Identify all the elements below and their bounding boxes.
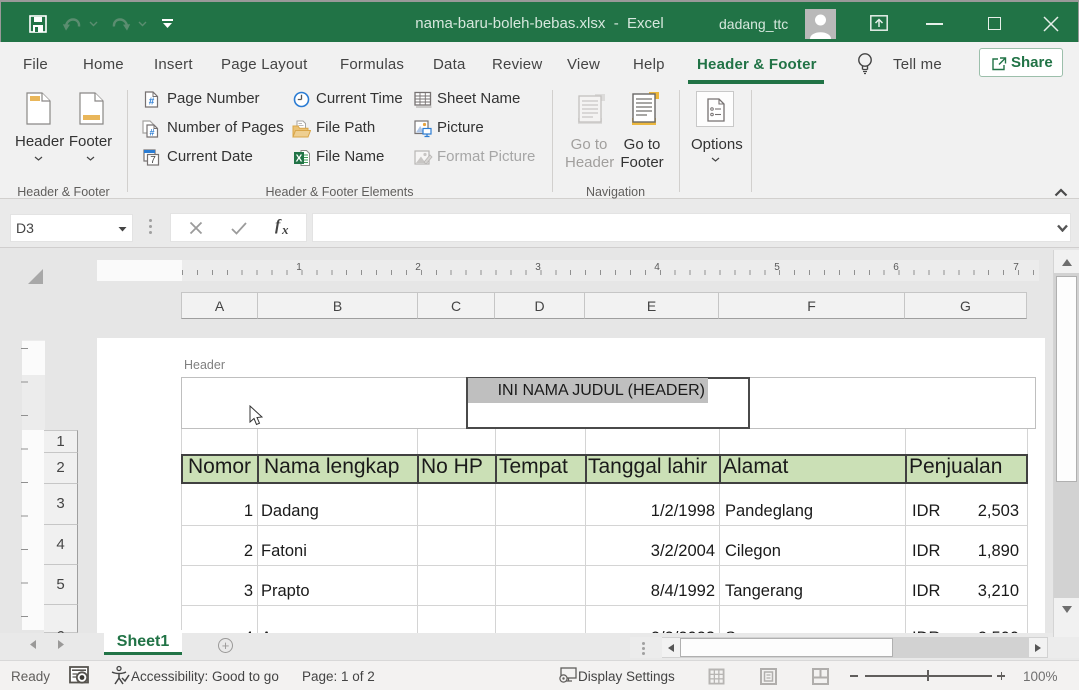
svg-text:#: # xyxy=(149,128,154,138)
svg-text:#: # xyxy=(149,97,155,108)
svg-text:7: 7 xyxy=(150,155,156,166)
svg-text:X: X xyxy=(296,154,303,165)
